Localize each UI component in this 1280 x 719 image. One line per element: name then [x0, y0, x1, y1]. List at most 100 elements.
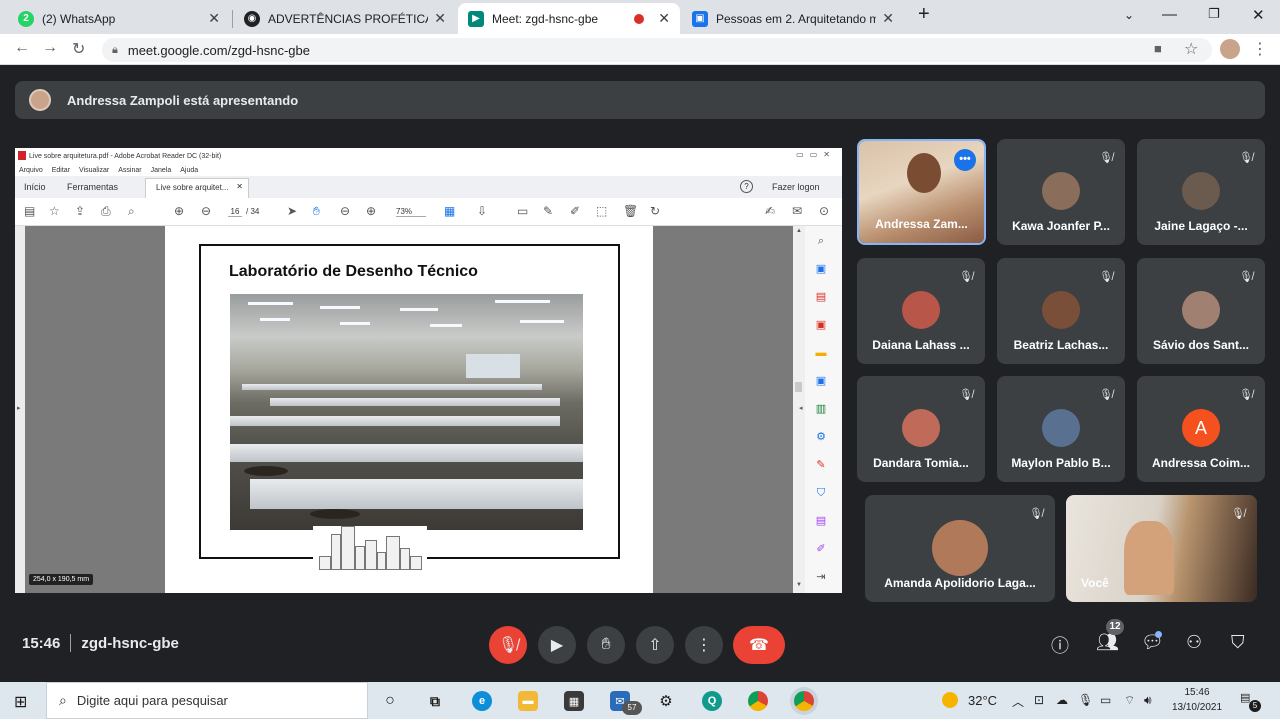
more-options-icon[interactable]: •••	[954, 149, 976, 171]
leave-call-button[interactable]: ☎︎	[733, 626, 785, 664]
task-view-icon[interactable]: ⧉	[425, 691, 445, 711]
camera-toggle-button[interactable]: ▶︎	[538, 626, 576, 664]
mic-off-icon: 🎙︎̸	[497, 637, 519, 654]
cloud-icon[interactable]: ☁︎	[1056, 693, 1068, 707]
participant-name: Daiana Lahass ...	[872, 338, 970, 352]
reload-icon[interactable]: ↻	[72, 39, 85, 59]
url-text: meet.google.com/zgd-hsnc-gbe	[127, 42, 310, 58]
cortana-icon[interactable]: ○	[380, 691, 400, 711]
camera-icon[interactable]: ■	[1154, 41, 1162, 56]
comment-icon: ▭	[517, 204, 529, 218]
sign-icon: ✍︎	[765, 204, 776, 218]
participant-name: Dandara Tomia...	[873, 456, 969, 470]
windows-start-icon[interactable]: ⊞	[14, 692, 27, 712]
participant-tile[interactable]: 🎙︎̸ Maylon Pablo B...	[997, 376, 1125, 482]
forward-icon[interactable]: →	[42, 39, 58, 57]
temperature[interactable]: 32°C	[968, 693, 997, 708]
participant-tile-andressa-zampoli[interactable]: ••• Andressa Zam...	[857, 139, 986, 245]
volume-icon[interactable]: 🔊︎	[1144, 693, 1152, 708]
participant-name: Amanda Apolidorio Laga...	[884, 576, 1036, 590]
tab-whatsapp[interactable]: 2 (2) WhatsApp ✕	[8, 3, 230, 34]
menu-arquivo: Arquivo	[19, 166, 43, 174]
address-bar[interactable]: 🔒︎ meet.google.com/zgd-hsnc-gbe	[102, 38, 1212, 62]
bookmark-star-icon[interactable]: ☆	[1184, 39, 1198, 59]
participant-tile[interactable]: 🎙︎̸ Jaine Lagaço -...	[1137, 139, 1265, 245]
present-now-button[interactable]: ⇧	[636, 626, 674, 664]
battery-icon[interactable]: ▭	[1100, 693, 1111, 707]
window-close-button[interactable]: ✕	[1252, 6, 1265, 24]
chrome-icon[interactable]	[748, 691, 768, 711]
more-options-button[interactable]: ⋮	[685, 626, 723, 664]
chrome-active-icon[interactable]	[794, 691, 814, 711]
tab-meet[interactable]: ▶ Meet: zgd-hsnc-gbe ✕	[458, 3, 680, 34]
menu-janela: Janela	[150, 166, 172, 174]
pen-icon: ✎	[543, 204, 554, 218]
participant-tile[interactable]: 🎙︎̸ Beatriz Lachas...	[997, 258, 1125, 364]
mic-off-icon: 🎙︎̸	[1239, 152, 1253, 164]
tab-search-icon[interactable]: ⌄	[1124, 8, 1134, 22]
scroll-mode-icon: ⇩	[477, 204, 488, 218]
search-placeholder: Digite aqui para pesquisar	[76, 693, 228, 708]
page-down-icon: ⊖	[201, 204, 212, 218]
menu-kebab-icon[interactable]: ⋮	[1252, 39, 1268, 59]
protect-icon: ⛉	[816, 487, 826, 499]
self-video-tile[interactable]: 🎙︎̸ Você	[1066, 495, 1257, 602]
tab-classroom[interactable]: ▣ Pessoas em 2. Arquitetando meu ✕	[682, 3, 904, 34]
whatsapp-icon: 2	[18, 10, 34, 27]
edge-icon[interactable]: e	[472, 691, 492, 711]
host-controls-icon[interactable]: ⛉	[1231, 632, 1245, 653]
search-app-icon[interactable]: Q	[702, 691, 722, 711]
close-icon[interactable]: ✕	[434, 10, 446, 27]
back-icon[interactable]: ←	[14, 39, 30, 57]
activities-icon[interactable]: ⚇	[1186, 632, 1202, 653]
collapse-pane-icon: ⇥	[816, 571, 826, 583]
avatar-letter: A	[1182, 409, 1220, 447]
participant-tile[interactable]: 🎙︎̸ Sávio dos Sant...	[1137, 258, 1265, 364]
export-pdf-icon: ▣	[815, 263, 827, 275]
avatar	[1182, 291, 1220, 329]
tray-expand-icon[interactable]: ︿	[1012, 693, 1024, 710]
close-icon[interactable]: ✕	[658, 10, 670, 27]
create-pdf-icon: ▣	[815, 319, 827, 331]
help-icon: ?	[740, 180, 753, 193]
file-explorer-icon[interactable]: ▬	[518, 691, 538, 711]
chat-unread-dot	[1155, 631, 1162, 638]
wifi-icon[interactable]: ⌔	[1124, 693, 1135, 708]
raise-hand-button[interactable]: ✋︎	[587, 626, 625, 664]
store-icon[interactable]: ▦	[564, 691, 584, 711]
zoom-in-icon: ⊕	[366, 204, 377, 218]
close-icon[interactable]: ✕	[208, 10, 220, 27]
participant-tile[interactable]: 🎙︎̸ Amanda Apolidorio Laga...	[865, 495, 1055, 602]
trash-icon: 🗑︎	[623, 204, 639, 218]
meet-tray-icon[interactable]: ⊡	[1034, 693, 1044, 707]
participant-tile[interactable]: 🎙︎̸ Kawa Joanfer P...	[997, 139, 1125, 245]
people-icon[interactable]: 👥︎	[1096, 632, 1119, 653]
mic-toggle-button[interactable]: 🎙︎̸	[489, 626, 527, 664]
minimize-button[interactable]: —	[1162, 6, 1177, 23]
tab-title: ADVERTÊNCIAS PROFÉTICAS_ VID	[268, 11, 428, 26]
acrobat-doc-tab-label: Live sobre arquitet...	[156, 183, 229, 192]
profile-avatar[interactable]	[1220, 39, 1240, 59]
settings-icon[interactable]: ⚙︎	[656, 691, 676, 711]
microphone-icon[interactable]: 🎙︎	[1078, 693, 1093, 707]
fill-sign-icon: ✎	[816, 459, 826, 471]
new-tab-button[interactable]: +	[918, 3, 930, 26]
participant-tile[interactable]: 🎙︎̸ Dandara Tomia...	[857, 376, 985, 482]
city-sketch	[313, 526, 427, 572]
classroom-icon: ▣	[692, 10, 708, 27]
weather-icon[interactable]	[942, 692, 958, 708]
info-icon[interactable]: ⓘ	[1051, 632, 1069, 658]
form-icon: ▤	[815, 515, 827, 527]
taskbar-search[interactable]: ⌕ Digite aqui para pesquisar	[46, 682, 368, 719]
taskbar-clock[interactable]: 15:46 13/10/2021	[1168, 685, 1226, 715]
close-icon[interactable]: ✕	[882, 10, 894, 27]
pdf-page: Laboratório de Desenho Técnico	[165, 226, 653, 593]
camera-icon: ▶︎	[550, 637, 564, 654]
acrobat-tab-ferramentas: Ferramentas	[67, 182, 119, 192]
maximize-button[interactable]: ❐	[1208, 6, 1220, 22]
menu-editar: Editar	[51, 166, 71, 174]
participant-tile[interactable]: 🎙︎̸ Daiana Lahass ...	[857, 258, 985, 364]
cursor-icon: ➤	[287, 204, 298, 218]
tab-advertencias[interactable]: ◉ ADVERTÊNCIAS PROFÉTICAS_ VID ✕	[234, 3, 456, 34]
participant-tile[interactable]: 🎙︎̸ A Andressa Coim...	[1137, 376, 1265, 482]
